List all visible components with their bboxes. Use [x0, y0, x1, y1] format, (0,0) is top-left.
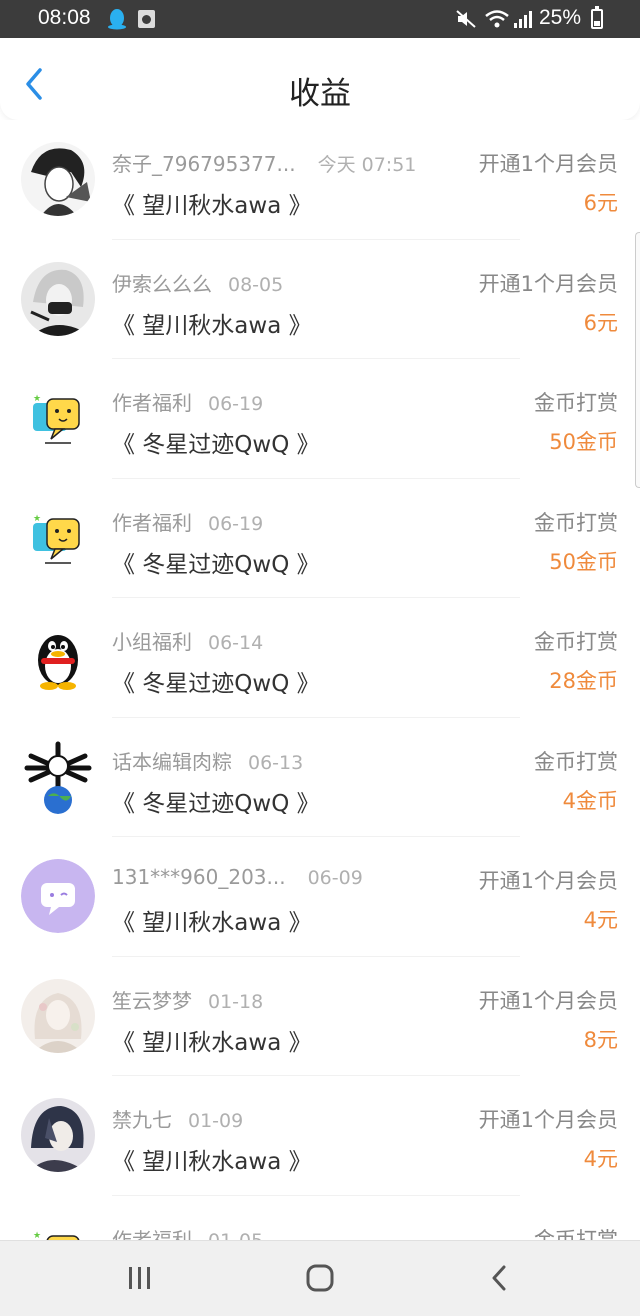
- income-type: 开通1个月会员: [478, 869, 618, 893]
- status-bar: 08:08 25%: [0, 0, 640, 38]
- list-item[interactable]: ★ 作者福利 06-19 《 冬星过迹QwQ 》 金币打赏 50金币: [0, 359, 640, 479]
- income-amount: 4金币: [562, 788, 618, 813]
- item-date: 06-19: [208, 512, 264, 535]
- list-item[interactable]: ★ 作者福利 06-19 《 冬星过迹QwQ 》 金币打赏 50金币: [0, 479, 640, 598]
- list-item[interactable]: 131***960_203... 06-09 《 望川秋水awa 》 开通1个月会…: [0, 837, 640, 957]
- sender-name: 作者福利 06-19: [112, 387, 263, 416]
- sender-name: 禁九七 01-09: [112, 1104, 243, 1133]
- sender-name-text: 伊索么么么: [112, 271, 212, 296]
- signal-icon: [514, 11, 532, 28]
- book-title: 《 望川秋水awa 》: [112, 1149, 312, 1175]
- battery-icon: [591, 6, 603, 29]
- recent-apps-icon[interactable]: [126, 1265, 154, 1291]
- sender-name: 话本编辑肉粽 06-13: [112, 746, 303, 775]
- avatar[interactable]: ★: [21, 381, 95, 455]
- mute-icon: [456, 10, 476, 28]
- system-nav-bar: [0, 1240, 640, 1316]
- income-type: 开通1个月会员: [478, 988, 618, 1013]
- income-amount: 6元: [583, 191, 618, 215]
- item-date: 06-19: [208, 393, 264, 415]
- list-item[interactable]: 话本编辑肉粽 06-13 《 冬星过迹QwQ 》 金币打赏 4金币: [0, 718, 640, 837]
- book-title: 《 冬星过迹QwQ 》: [112, 432, 320, 458]
- avatar[interactable]: [21, 859, 95, 933]
- battery-percent: 25%: [539, 6, 582, 29]
- earnings-list[interactable]: 奈子_796795377... 今天 07:51 《 望川秋水awa 》 开通1个…: [0, 120, 640, 1242]
- status-time: 08:08: [38, 6, 91, 29]
- item-date: 01-18: [208, 990, 264, 1013]
- sender-name: 小组福利 06-14: [112, 626, 263, 655]
- sender-name-text: 话本编辑肉粽: [112, 749, 232, 774]
- list-item[interactable]: 禁九七 01-09 《 望川秋水awa 》 开通1个月会员 4元: [0, 1076, 640, 1196]
- list-item[interactable]: ★ 作者福利 01-05 金币打赏: [0, 1196, 640, 1242]
- avatar[interactable]: ★: [21, 500, 95, 575]
- avatar[interactable]: [21, 261, 95, 336]
- sender-name: 笙云梦梦 01-18: [112, 985, 263, 1014]
- list-item[interactable]: 笙云梦梦 01-18 《 望川秋水awa 》 开通1个月会员 8元: [0, 957, 640, 1076]
- avatar[interactable]: [21, 739, 95, 814]
- sender-name: 奈子_796795377... 今天 07:51: [112, 148, 416, 177]
- svg-text:★: ★: [33, 394, 41, 404]
- page-title: 收益: [289, 76, 351, 112]
- income-type: 金币打赏: [534, 391, 618, 415]
- income-amount: 4元: [583, 908, 618, 932]
- book-title: 《 望川秋水awa 》: [112, 910, 312, 936]
- list-item[interactable]: 小组福利 06-14 《 冬星过迹QwQ 》 金币打赏 28金币: [0, 598, 640, 718]
- list-item[interactable]: 奈子_796795377... 今天 07:51 《 望川秋水awa 》 开通1个…: [0, 120, 640, 240]
- income-type: 开通1个月会员: [478, 152, 618, 176]
- wifi-icon: [485, 10, 509, 28]
- item-date: 06-09: [307, 867, 363, 889]
- back-nav-icon[interactable]: [486, 1263, 512, 1293]
- avatar[interactable]: ★: [21, 1217, 95, 1242]
- income-amount: 4元: [583, 1147, 618, 1171]
- sender-name: 作者福利 06-19: [112, 507, 263, 536]
- book-title: 《 望川秋水awa 》: [112, 193, 312, 219]
- item-date: 今天 07:51: [317, 154, 417, 176]
- income-type: 开通1个月会员: [478, 1108, 618, 1132]
- sender-name: 伊索么么么 08-05: [112, 268, 283, 297]
- book-title: 《 冬星过迹QwQ 》: [112, 671, 320, 697]
- sender-name-text: 作者福利: [112, 391, 192, 415]
- income-amount: 28金币: [549, 669, 618, 693]
- sender-name: 131***960_203... 06-09: [112, 865, 363, 889]
- income-amount: 6元: [583, 310, 618, 335]
- sender-name-text: 作者福利: [112, 510, 192, 535]
- scrollbar[interactable]: [635, 232, 640, 488]
- income-type: 金币打赏: [534, 749, 618, 774]
- sender-name-text: 奈子_796795377...: [112, 152, 296, 176]
- income-amount: 50金币: [549, 430, 618, 454]
- home-icon[interactable]: [305, 1263, 335, 1293]
- book-title: 《 望川秋水awa 》: [112, 312, 312, 339]
- avatar[interactable]: [21, 1098, 95, 1172]
- book-title: 《 冬星过迹QwQ 》: [112, 790, 320, 817]
- top-bar: 收益: [0, 38, 640, 120]
- book-title: 《 冬星过迹QwQ 》: [112, 551, 320, 578]
- sender-name-text: 笙云梦梦: [112, 988, 192, 1013]
- income-type: 开通1个月会员: [478, 271, 618, 296]
- book-title: 《 望川秋水awa 》: [112, 1029, 312, 1056]
- income-amount: 50金币: [549, 549, 618, 574]
- avatar[interactable]: [21, 620, 95, 694]
- sender-name-text: 131***960_203...: [112, 865, 286, 889]
- income-amount: 8元: [583, 1027, 618, 1052]
- svg-text:★: ★: [33, 514, 41, 524]
- item-date: 01-09: [188, 1110, 244, 1132]
- sender-name-text: 禁九七: [112, 1108, 172, 1132]
- item-date: 06-13: [248, 751, 304, 774]
- income-type: 金币打赏: [534, 510, 618, 535]
- sender-name-text: 小组福利: [112, 630, 192, 654]
- item-date: 08-05: [228, 273, 284, 296]
- app-notification-icon: [138, 10, 155, 28]
- list-item[interactable]: 伊索么么么 08-05 《 望川秋水awa 》 开通1个月会员 6元: [0, 240, 640, 359]
- item-date: 06-14: [208, 632, 264, 654]
- income-type: 金币打赏: [534, 630, 618, 654]
- avatar[interactable]: [21, 142, 95, 216]
- qq-penguin-icon: [108, 9, 126, 30]
- avatar[interactable]: [21, 978, 95, 1053]
- svg-text:★: ★: [33, 1231, 41, 1241]
